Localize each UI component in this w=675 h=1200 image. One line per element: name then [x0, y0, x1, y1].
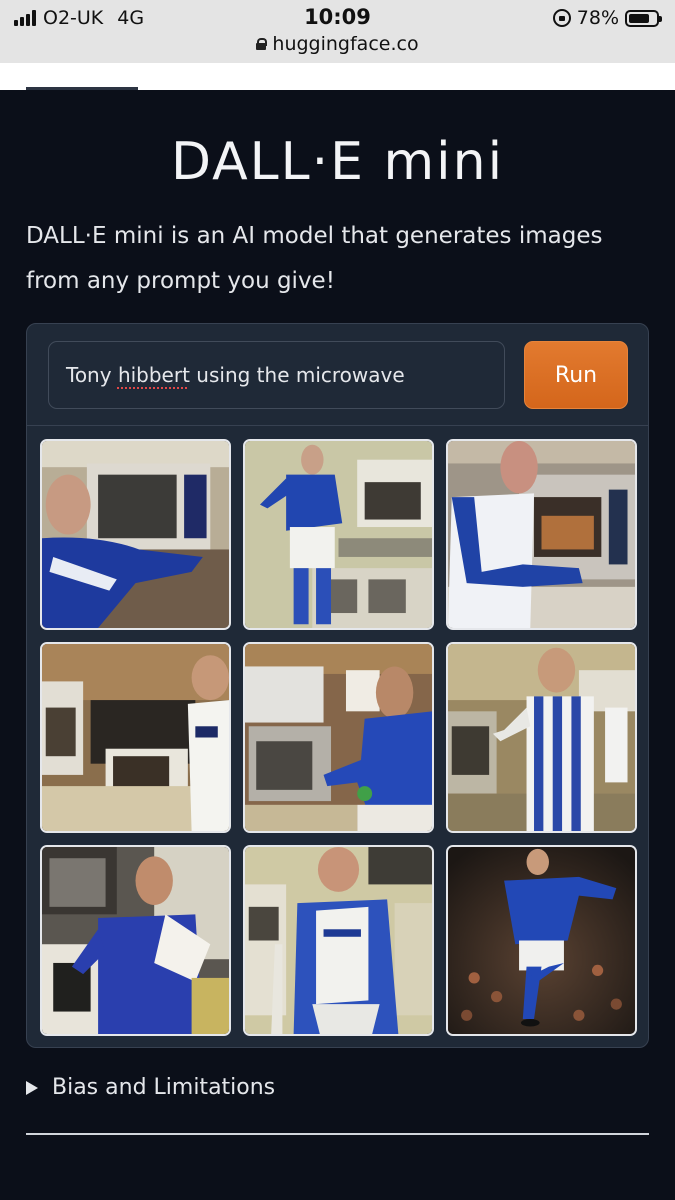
url-text: huggingface.co [272, 33, 419, 55]
address-bar[interactable]: huggingface.co [0, 33, 675, 55]
bias-limitations-accordion[interactable]: Bias and Limitations [26, 1075, 275, 1100]
gallery-image[interactable] [40, 642, 231, 833]
active-tab-indicator [26, 87, 138, 90]
gallery-image[interactable] [243, 642, 434, 833]
padlock-icon [256, 38, 268, 50]
gallery-image-graphic [448, 644, 635, 831]
gallery-image-graphic [42, 644, 229, 831]
orientation-lock-icon [552, 9, 571, 27]
prompt-text-misspelled: hibbert [117, 363, 190, 387]
prompt-text-end: using the microwave [189, 363, 405, 387]
disclosure-triangle-icon [26, 1080, 38, 1095]
gallery-image[interactable] [243, 845, 434, 1036]
run-button[interactable]: Run [524, 341, 628, 409]
battery-percent: 78% [576, 7, 619, 29]
status-bar: O2-UK 4G 10:09 78% huggingface.co [0, 0, 675, 63]
image-gallery [40, 439, 637, 1036]
gallery-image[interactable] [446, 439, 637, 630]
gallery-image[interactable] [446, 845, 637, 1036]
page-header-strip [0, 63, 675, 90]
generator-panel: Tony hibbert using the microwave Run [26, 323, 649, 1048]
gallery-image[interactable] [243, 439, 434, 630]
gallery-image-graphic [448, 441, 635, 628]
gallery-image-graphic [448, 847, 635, 1034]
gallery-image-graphic [42, 847, 229, 1034]
page-description: DALL·E mini is an AI model that generate… [26, 223, 603, 294]
prompt-input[interactable]: Tony hibbert using the microwave [48, 341, 505, 409]
page-title: DALL·E mini [170, 132, 505, 192]
gallery-image-graphic [245, 847, 432, 1034]
battery-icon [625, 9, 662, 27]
status-right: 78% [552, 7, 662, 29]
gallery-image[interactable] [40, 845, 231, 1036]
gallery-image-graphic [42, 441, 229, 628]
gallery-image-graphic [245, 644, 432, 831]
prompt-row: Tony hibbert using the microwave Run [27, 324, 648, 426]
divider [26, 1133, 649, 1135]
gallery-image[interactable] [446, 642, 637, 833]
gallery-image[interactable] [40, 439, 231, 630]
accordion-label: Bias and Limitations [52, 1075, 276, 1100]
prompt-text-start: Tony [66, 363, 118, 387]
gallery-image-graphic [245, 441, 432, 628]
